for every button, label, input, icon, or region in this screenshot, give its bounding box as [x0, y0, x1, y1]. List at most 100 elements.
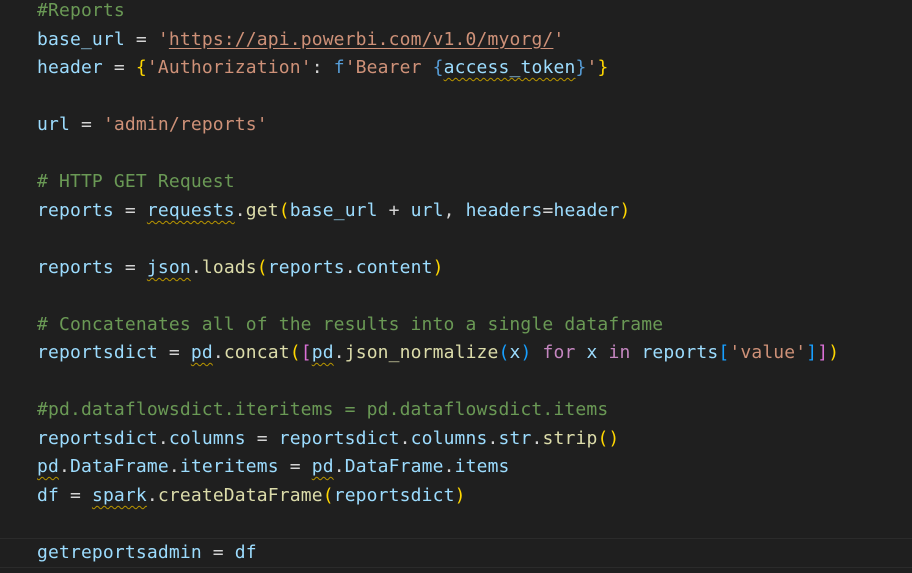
operator: =	[113, 257, 147, 278]
module-warning[interactable]: spark	[92, 485, 147, 506]
keyword: for	[531, 342, 587, 363]
identifier: header	[553, 200, 620, 221]
quote: '	[553, 29, 565, 50]
code-line-18: df = spark.createDataFrame(reportsdict)	[37, 482, 466, 511]
string-literal: 'admin/reports'	[102, 114, 268, 135]
identifier: content	[355, 257, 433, 278]
paren: (	[278, 200, 290, 221]
bracket: [	[718, 342, 730, 363]
code-line-2: base_url = 'https://api.powerbi.com/v1.0…	[37, 26, 564, 55]
dot: .	[190, 257, 202, 278]
identifier: str	[498, 428, 532, 449]
operator: =	[102, 57, 136, 78]
module-warning[interactable]: json	[147, 257, 191, 278]
operator: =	[58, 485, 92, 506]
paren: )	[520, 342, 532, 363]
function-name: concat	[223, 342, 290, 363]
dot: .	[157, 428, 169, 449]
brace: {	[432, 57, 444, 78]
code-line-8: reports = requests.get(base_url + url, h…	[37, 197, 630, 226]
identifier: reports	[37, 200, 114, 221]
dot: .	[234, 200, 246, 221]
identifier: DataFrame	[344, 456, 444, 477]
identifier-warning[interactable]: access_token	[444, 57, 576, 78]
function-name: json_normalize	[344, 342, 499, 363]
identifier: items	[454, 456, 510, 477]
module-warning[interactable]: pd	[312, 456, 334, 477]
paren: )	[454, 485, 466, 506]
identifier: reports	[641, 342, 719, 363]
bracket: ]	[817, 342, 829, 363]
dot: .	[333, 456, 345, 477]
code-line-1: #Reports	[37, 0, 125, 21]
function-name: loads	[201, 257, 257, 278]
keyword: in	[597, 342, 642, 363]
dot: .	[168, 456, 180, 477]
identifier: reportsdict	[278, 428, 400, 449]
paren: )	[432, 257, 444, 278]
code-line-5: url = 'admin/reports'	[37, 111, 268, 140]
paren: (	[289, 342, 301, 363]
module-warning[interactable]: pd	[37, 456, 59, 477]
keyword-arg: headers	[465, 200, 543, 221]
function-name: strip	[542, 428, 598, 449]
string-literal: 'Authorization'	[146, 57, 312, 78]
dot: .	[487, 428, 499, 449]
operator: =	[245, 428, 279, 449]
code-line-12: # Concatenates all of the results into a…	[37, 314, 664, 335]
identifier: base_url	[289, 200, 378, 221]
module-warning[interactable]: pd	[191, 342, 213, 363]
identifier: getreportsadmin	[37, 542, 202, 563]
module-warning[interactable]: requests	[147, 200, 235, 221]
fstring-prefix: f	[333, 57, 345, 78]
identifier: DataFrame	[69, 456, 169, 477]
identifier: x	[509, 342, 521, 363]
brace: {	[135, 57, 147, 78]
code-line-16: reportsdict.columns = reportsdict.column…	[37, 425, 619, 454]
dot: .	[212, 342, 224, 363]
string-literal: 'https://api.powerbi.com/v1.0/myorg/'	[158, 29, 565, 50]
identifier: iteritems	[179, 456, 279, 477]
comma: ,	[443, 200, 466, 221]
brace: }	[575, 57, 587, 78]
operator: =	[157, 342, 191, 363]
code-editor[interactable]: #Reports base_url = 'https://api.powerbi…	[0, 0, 912, 573]
identifier: url	[410, 200, 444, 221]
operator: +	[377, 200, 411, 221]
string-literal: '	[586, 57, 598, 78]
identifier: base_url	[37, 29, 125, 50]
dot: .	[58, 456, 70, 477]
dot: .	[443, 456, 455, 477]
module-warning[interactable]: pd	[312, 342, 334, 363]
operator: =	[113, 200, 147, 221]
code-line-17: pd.DataFrame.iteritems = pd.DataFrame.it…	[37, 453, 510, 482]
code-line-7: # HTTP GET Request	[37, 171, 235, 192]
identifier: df	[37, 485, 59, 506]
bracket: ]	[806, 342, 818, 363]
identifier: df	[234, 542, 257, 563]
dot: .	[399, 428, 411, 449]
bracket: [	[300, 342, 312, 363]
identifier: x	[586, 342, 598, 363]
brace: }	[597, 57, 609, 78]
identifier: reports	[267, 257, 345, 278]
operator: =	[124, 29, 158, 50]
dot: .	[344, 257, 356, 278]
identifier: reportsdict	[37, 342, 158, 363]
identifier: columns	[410, 428, 488, 449]
paren: )	[619, 200, 631, 221]
code-line-20[interactable]: getreportsadmin = df	[37, 539, 257, 568]
colon: :	[311, 57, 334, 78]
identifier: columns	[168, 428, 246, 449]
code-line-15: #pd.dataflowsdict.iteritems = pd.dataflo…	[37, 399, 609, 420]
quote: '	[157, 29, 169, 50]
string-literal: 'Bearer	[344, 57, 433, 78]
identifier: reportsdict	[333, 485, 455, 506]
identifier: reports	[37, 257, 114, 278]
identifier: url	[37, 114, 70, 135]
paren: (	[498, 342, 510, 363]
dot: .	[333, 342, 345, 363]
paren: (	[256, 257, 268, 278]
url-link[interactable]: https://api.powerbi.com/v1.0/myorg/	[169, 29, 554, 50]
code-line-10: reports = json.loads(reports.content)	[37, 254, 444, 283]
